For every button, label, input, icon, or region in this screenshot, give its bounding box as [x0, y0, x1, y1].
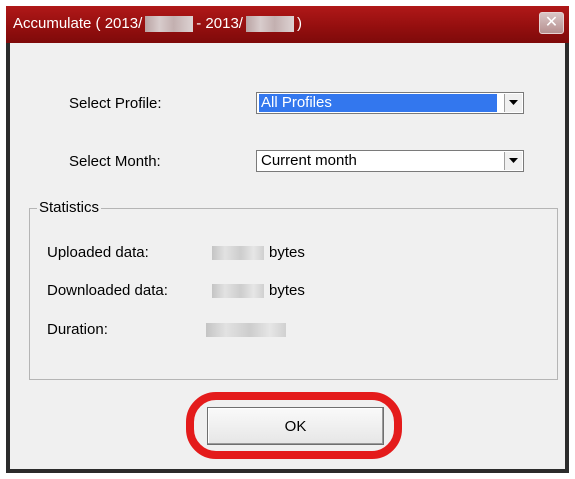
duration-value [206, 323, 286, 337]
dialog-window: Accumulate ( 2013/ - 2013/ ) ✕ Select Pr… [6, 6, 569, 473]
duration-label: Duration: [47, 321, 108, 338]
uploaded-data-label: Uploaded data: [47, 244, 149, 261]
ok-button[interactable]: OK [207, 407, 384, 445]
statistics-group: Statistics Uploaded data: bytes Download… [29, 199, 558, 380]
title-suffix: ) [296, 15, 302, 32]
redacted-month-start [145, 15, 194, 32]
profile-select[interactable]: All Profiles [256, 92, 524, 114]
month-select-value: Current month [261, 152, 357, 169]
title-middle: - 2013/ [196, 15, 243, 32]
select-month-label: Select Month: [69, 153, 161, 170]
window-title: Accumulate ( 2013/ - 2013/ ) [13, 15, 302, 32]
chevron-down-icon [509, 158, 518, 163]
redacted-month-end [245, 15, 294, 32]
profile-dropdown-button[interactable] [504, 94, 522, 112]
close-button[interactable]: ✕ [539, 12, 564, 34]
downloaded-data-label: Downloaded data: [47, 282, 168, 299]
title-prefix: Accumulate ( 2013/ [13, 15, 143, 32]
downloaded-data-value [212, 284, 264, 298]
month-dropdown-button[interactable] [504, 152, 522, 170]
title-bar: Accumulate ( 2013/ - 2013/ ) ✕ [6, 6, 569, 43]
uploaded-data-unit: bytes [269, 244, 305, 261]
month-select[interactable]: Current month [256, 150, 524, 172]
downloaded-data-unit: bytes [269, 282, 305, 299]
close-icon: ✕ [544, 14, 559, 31]
chevron-down-icon [509, 100, 518, 105]
dialog-content: Select Profile: All Profiles Select Mont… [10, 43, 565, 469]
statistics-legend: Statistics [37, 199, 102, 216]
uploaded-data-value [212, 246, 264, 260]
profile-select-value: All Profiles [259, 94, 497, 112]
select-profile-label: Select Profile: [69, 95, 162, 112]
